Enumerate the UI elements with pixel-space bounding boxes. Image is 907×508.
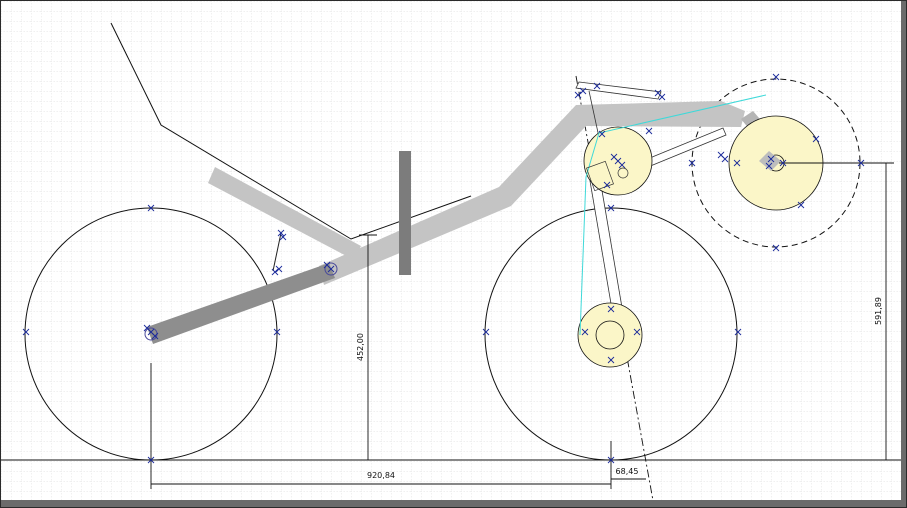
- chainring-post[interactable]: [399, 151, 411, 275]
- vertical-scrollbar-edge[interactable]: [901, 1, 906, 507]
- dim-pedal-height-label: 591,89: [874, 297, 883, 325]
- bike-design-drawing[interactable]: 920,84 68,45 452,00 591,89: [1, 1, 907, 508]
- horizontal-scrollbar-edge[interactable]: [1, 500, 906, 507]
- dim-wheelbase-label: 920,84: [367, 471, 395, 480]
- dim-bb-height-label: 452,00: [356, 333, 365, 361]
- cad-canvas[interactable]: 920,84 68,45 452,00 591,89: [0, 0, 907, 508]
- dim-offset-label: 68,45: [616, 467, 639, 476]
- grid-background: [1, 1, 906, 507]
- front-hub-inner[interactable]: [595, 320, 625, 350]
